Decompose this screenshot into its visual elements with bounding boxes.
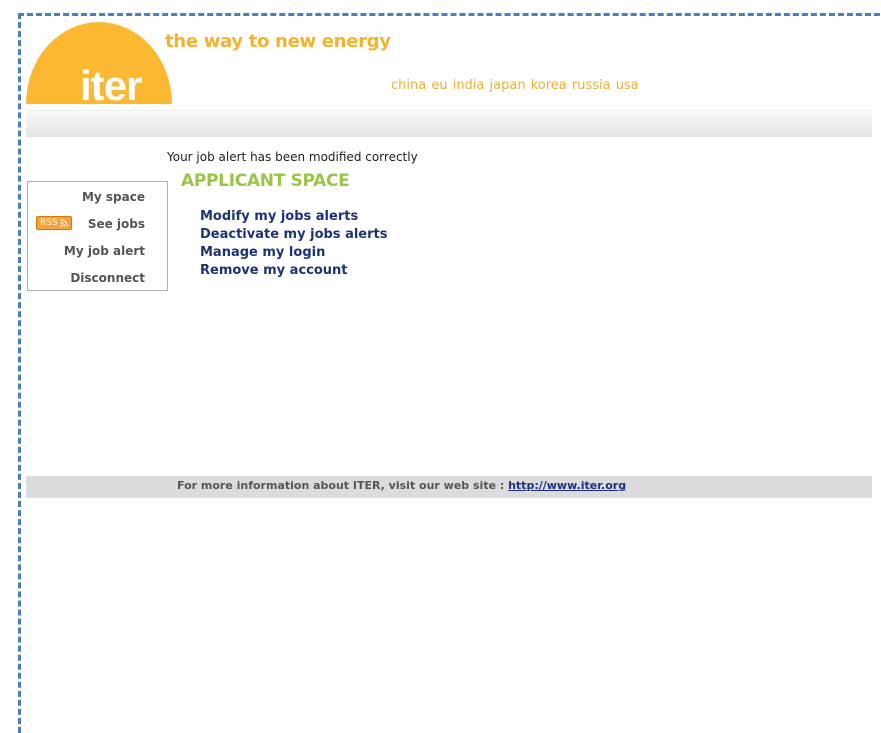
- sidebar-item-my-job-alert[interactable]: My job alert: [64, 244, 145, 258]
- logo-wordmark: iter: [80, 62, 142, 105]
- status-message: Your job alert has been modified correct…: [167, 150, 418, 164]
- tagline: the way to new energy: [165, 31, 391, 52]
- manage-login-link[interactable]: Manage my login: [200, 245, 325, 260]
- sidebar-item-see-jobs[interactable]: See jobs: [88, 217, 145, 231]
- member-countries: china eu india japan korea russia usa: [391, 78, 639, 93]
- sidebar-item-my-space[interactable]: My space: [82, 190, 145, 204]
- footer-info-text: For more information about ITER, visit o…: [177, 479, 509, 492]
- footer-text: For more information about ITER, visit o…: [177, 479, 626, 492]
- sidebar: My space RSS See jobs My job alert Disco…: [27, 181, 168, 291]
- modify-alerts-link[interactable]: Modify my jobs alerts: [200, 209, 358, 224]
- remove-account-link[interactable]: Remove my account: [200, 263, 348, 278]
- rss-badge[interactable]: RSS: [36, 216, 72, 230]
- iter-logo[interactable]: iter: [26, 22, 172, 104]
- sidebar-item-disconnect[interactable]: Disconnect: [70, 271, 145, 285]
- header-bar: [26, 110, 872, 137]
- rss-label: RSS: [40, 218, 58, 228]
- page-title: APPLICANT SPACE: [181, 171, 350, 191]
- iter-website-link[interactable]: http://www.iter.org: [508, 479, 626, 492]
- deactivate-alerts-link[interactable]: Deactivate my jobs alerts: [200, 227, 387, 242]
- rss-feed-icon: [60, 219, 68, 227]
